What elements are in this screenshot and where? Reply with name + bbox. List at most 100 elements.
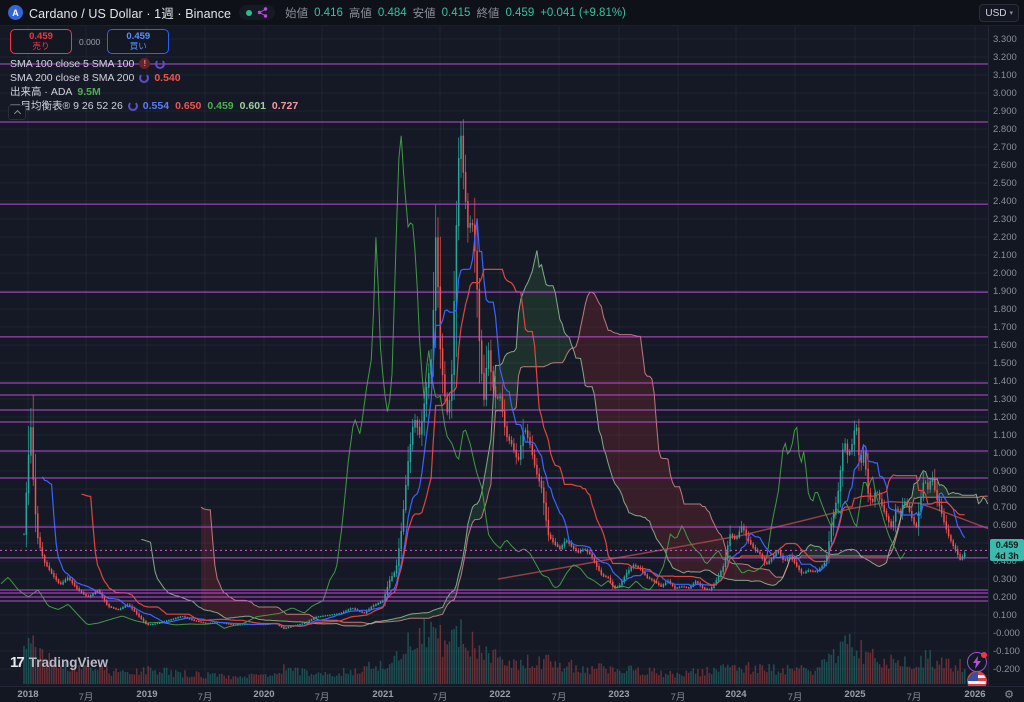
market-status-pill bbox=[239, 5, 275, 20]
ichimoku-value: 0.554 bbox=[143, 100, 169, 112]
boost-button[interactable] bbox=[967, 652, 987, 672]
ichimoku-title: 一目均衡表® 9 26 52 26 bbox=[10, 98, 123, 113]
share-icon[interactable] bbox=[257, 7, 268, 18]
error-icon[interactable]: ! bbox=[139, 58, 150, 69]
time-axis-label: 7月 bbox=[315, 689, 330, 702]
bar-countdown: 4d 3h bbox=[990, 551, 1024, 562]
price-tick: -0.200 bbox=[993, 664, 1020, 675]
chart-stage: 0.459 売り 0.000 0.459 買い SMA 100 close 5 … bbox=[0, 26, 1024, 702]
price-tick: 1.400 bbox=[993, 376, 1017, 387]
tradingview-logo[interactable]: 17 TradingView bbox=[10, 654, 108, 671]
time-axis-label: 2020 bbox=[253, 689, 274, 700]
price-tick: 0.900 bbox=[993, 466, 1017, 477]
grid-horizontal bbox=[0, 39, 988, 669]
cardano-logo-icon: A bbox=[8, 5, 23, 20]
price-tick: 1.300 bbox=[993, 394, 1017, 405]
ichimoku-value: 0.727 bbox=[272, 100, 298, 112]
axis-settings-gear-icon[interactable]: ⚙ bbox=[1003, 689, 1015, 701]
chevron-down-icon: ▾ bbox=[1009, 9, 1013, 17]
time-axis-label: 7月 bbox=[433, 689, 448, 702]
legend-sma100[interactable]: SMA 100 close 5 SMA 100 ! bbox=[10, 57, 304, 70]
open-value: 0.416 bbox=[314, 7, 343, 19]
ichimoku-values: 0.5540.6500.4590.6010.727 bbox=[143, 100, 304, 112]
time-axis-label: 7月 bbox=[552, 689, 567, 702]
grid-vertical bbox=[28, 26, 975, 686]
symbol-title[interactable]: Cardano / US Dollar · 1週 · Binance bbox=[29, 3, 231, 22]
price-tick: 1.700 bbox=[993, 322, 1017, 333]
price-tick: 2.900 bbox=[993, 106, 1017, 117]
buy-button[interactable]: 0.459 買い bbox=[107, 29, 169, 54]
volume-value: 9.5M bbox=[77, 86, 100, 98]
sell-label: 売り bbox=[32, 42, 49, 51]
price-tick: -0.000 bbox=[993, 628, 1020, 639]
price-tick: 2.700 bbox=[993, 142, 1017, 153]
ichimoku-value: 0.459 bbox=[207, 100, 233, 112]
price-axis[interactable]: 0.459 4d 3h 3.3003.2003.1003.0002.9002.8… bbox=[988, 26, 1024, 686]
sell-button[interactable]: 0.459 売り bbox=[10, 29, 72, 54]
tradingview-chart-window: A Cardano / US Dollar · 1週 · Binance 始値 … bbox=[0, 0, 1024, 702]
loading-icon bbox=[128, 101, 138, 111]
lightning-icon bbox=[972, 656, 982, 669]
price-tick: 2.800 bbox=[993, 124, 1017, 135]
price-tick: 2.300 bbox=[993, 214, 1017, 225]
price-tick: -0.100 bbox=[993, 646, 1020, 657]
price-tick: 1.800 bbox=[993, 304, 1017, 315]
legend-volume[interactable]: 出来高 · ADA 9.5M bbox=[10, 85, 304, 98]
tradingview-wordmark: TradingView bbox=[29, 655, 108, 670]
high-value: 0.484 bbox=[378, 7, 407, 19]
price-tick: 1.000 bbox=[993, 448, 1017, 459]
time-axis-label: 2021 bbox=[372, 689, 393, 700]
high-label: 高値 bbox=[349, 5, 372, 21]
price-tick: 1.500 bbox=[993, 358, 1017, 369]
collapse-legends-button[interactable] bbox=[8, 105, 26, 120]
time-axis-label: 2022 bbox=[489, 689, 510, 700]
loading-icon bbox=[155, 59, 165, 69]
price-tick: 2.100 bbox=[993, 250, 1017, 261]
time-axis-label: 7月 bbox=[198, 689, 213, 702]
currency-label: USD bbox=[985, 8, 1006, 19]
indicator-legends: SMA 100 close 5 SMA 100 ! SMA 200 close … bbox=[10, 57, 304, 113]
spread-value: 0.000 bbox=[79, 37, 100, 47]
sma200-value: 0.540 bbox=[154, 72, 180, 84]
legend-ichimoku[interactable]: 一目均衡表® 9 26 52 26 0.5540.6500.4590.6010.… bbox=[10, 99, 304, 112]
price-tick: 1.200 bbox=[993, 412, 1017, 423]
top-toolbar: A Cardano / US Dollar · 1週 · Binance 始値 … bbox=[0, 0, 1024, 26]
tradingview-mark-icon: 17 bbox=[10, 654, 23, 671]
low-value: 0.415 bbox=[442, 7, 471, 19]
lagging-span-line bbox=[1, 136, 905, 629]
price-tick: 0.200 bbox=[993, 592, 1017, 603]
ichimoku-cloud bbox=[979, 481, 989, 526]
time-axis-label: 2024 bbox=[725, 689, 746, 700]
senkou-span-a-line bbox=[141, 251, 987, 627]
price-tick: 0.600 bbox=[993, 520, 1017, 531]
trade-widget: 0.459 売り 0.000 0.459 買い bbox=[10, 29, 169, 54]
current-price: 0.459 bbox=[990, 540, 1024, 551]
close-label: 終値 bbox=[476, 5, 499, 21]
close-value: 0.459 bbox=[505, 7, 534, 19]
price-tick: 1.600 bbox=[993, 340, 1017, 351]
currency-dropdown[interactable]: USD ▾ bbox=[979, 4, 1019, 22]
price-tick: 1.100 bbox=[993, 430, 1017, 441]
time-axis-label: 2018 bbox=[17, 689, 38, 700]
price-tick: 3.300 bbox=[993, 34, 1017, 45]
time-axis-label: 7月 bbox=[907, 689, 922, 702]
volume-bars-down bbox=[33, 625, 960, 684]
notification-dot bbox=[981, 652, 987, 658]
price-chart-canvas[interactable] bbox=[0, 26, 988, 686]
sma200-title: SMA 200 close 8 SMA 200 bbox=[10, 72, 134, 84]
buy-label: 買い bbox=[130, 42, 147, 51]
price-tick: 0.800 bbox=[993, 484, 1017, 495]
legend-sma200[interactable]: SMA 200 close 8 SMA 200 0.540 bbox=[10, 71, 304, 84]
us-flag-icon bbox=[968, 672, 978, 681]
price-tick: 1.900 bbox=[993, 286, 1017, 297]
sma100-title: SMA 100 close 5 SMA 100 bbox=[10, 58, 134, 70]
price-tick: 2.400 bbox=[993, 196, 1017, 207]
time-axis-label: 2025 bbox=[844, 689, 865, 700]
volume-title: 出来高 · ADA bbox=[10, 84, 72, 99]
current-price-label: 0.459 4d 3h bbox=[990, 539, 1024, 561]
price-tick: 0.700 bbox=[993, 502, 1017, 513]
price-tick: 0.100 bbox=[993, 610, 1017, 621]
price-tick: 2.600 bbox=[993, 160, 1017, 171]
time-axis[interactable]: ⚙ 20187月20197月20207月20217月20227月20237月20… bbox=[0, 686, 1024, 702]
ichimoku-value: 0.601 bbox=[240, 100, 266, 112]
